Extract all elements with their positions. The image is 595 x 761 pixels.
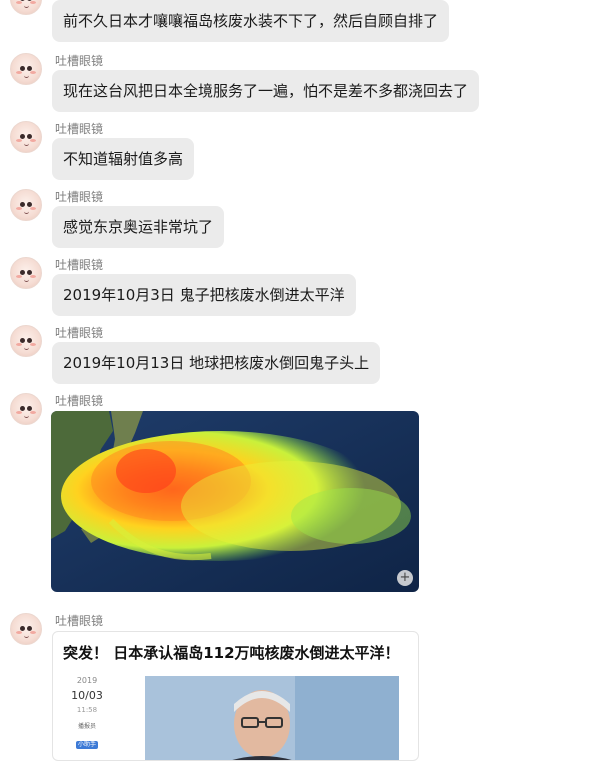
link-card-date: 2019 10/03 11:58 播报员 小助手	[67, 676, 107, 750]
avatar[interactable]	[10, 189, 42, 221]
link-card[interactable]: 突发！ 日本承认福岛112万吨核废水倒进太平洋！ 2019 10/03 11:5…	[52, 631, 419, 761]
sender-name: 吐槽眼镜	[55, 54, 104, 68]
sender-name: 吐槽眼镜	[55, 614, 104, 628]
message-bubble[interactable]: 2019年10月3日 鬼子把核废水倒进太平洋	[52, 274, 356, 316]
sender-name: 吐槽眼镜	[55, 190, 104, 204]
avatar[interactable]	[10, 121, 42, 153]
message-bubble[interactable]: 现在这台风把日本全境服务了一遍，怕不是差不多都浇回去了	[52, 70, 480, 112]
card-tag-line: 播报员	[77, 723, 96, 730]
avatar[interactable]	[10, 393, 42, 425]
avatar[interactable]	[10, 325, 42, 357]
card-date-month-day: 10/03	[71, 689, 103, 702]
avatar[interactable]	[10, 0, 42, 15]
image-message-radiation-map[interactable]: +	[51, 411, 419, 592]
card-date-time: 11:58	[76, 706, 98, 714]
card-date-year: 2019	[76, 676, 98, 685]
radiation-map-image	[51, 411, 419, 592]
person-photo-image	[145, 676, 399, 760]
card-tag-badge: 小助手	[75, 741, 98, 749]
message-bubble[interactable]: 前不久日本才嚷嚷福岛核废水装不下了，然后自顾自排了	[52, 0, 450, 42]
message-bubble[interactable]: 不知道辐射值多高	[52, 138, 195, 180]
sender-name: 吐槽眼镜	[55, 394, 104, 408]
link-card-title: 突发！ 日本承认福岛112万吨核废水倒进太平洋！	[63, 644, 400, 662]
message-bubble[interactable]: 感觉东京奥运非常坑了	[52, 206, 225, 248]
link-card-thumbnail	[145, 676, 399, 760]
message-bubble[interactable]: 2019年10月13日 地球把核废水倒回鬼子头上	[52, 342, 381, 384]
avatar[interactable]	[10, 53, 42, 85]
sender-name: 吐槽眼镜	[55, 326, 104, 340]
plus-icon[interactable]: +	[397, 570, 413, 586]
avatar[interactable]	[10, 613, 42, 645]
sender-name: 吐槽眼镜	[55, 122, 104, 136]
sender-name: 吐槽眼镜	[55, 258, 104, 272]
avatar[interactable]	[10, 257, 42, 289]
